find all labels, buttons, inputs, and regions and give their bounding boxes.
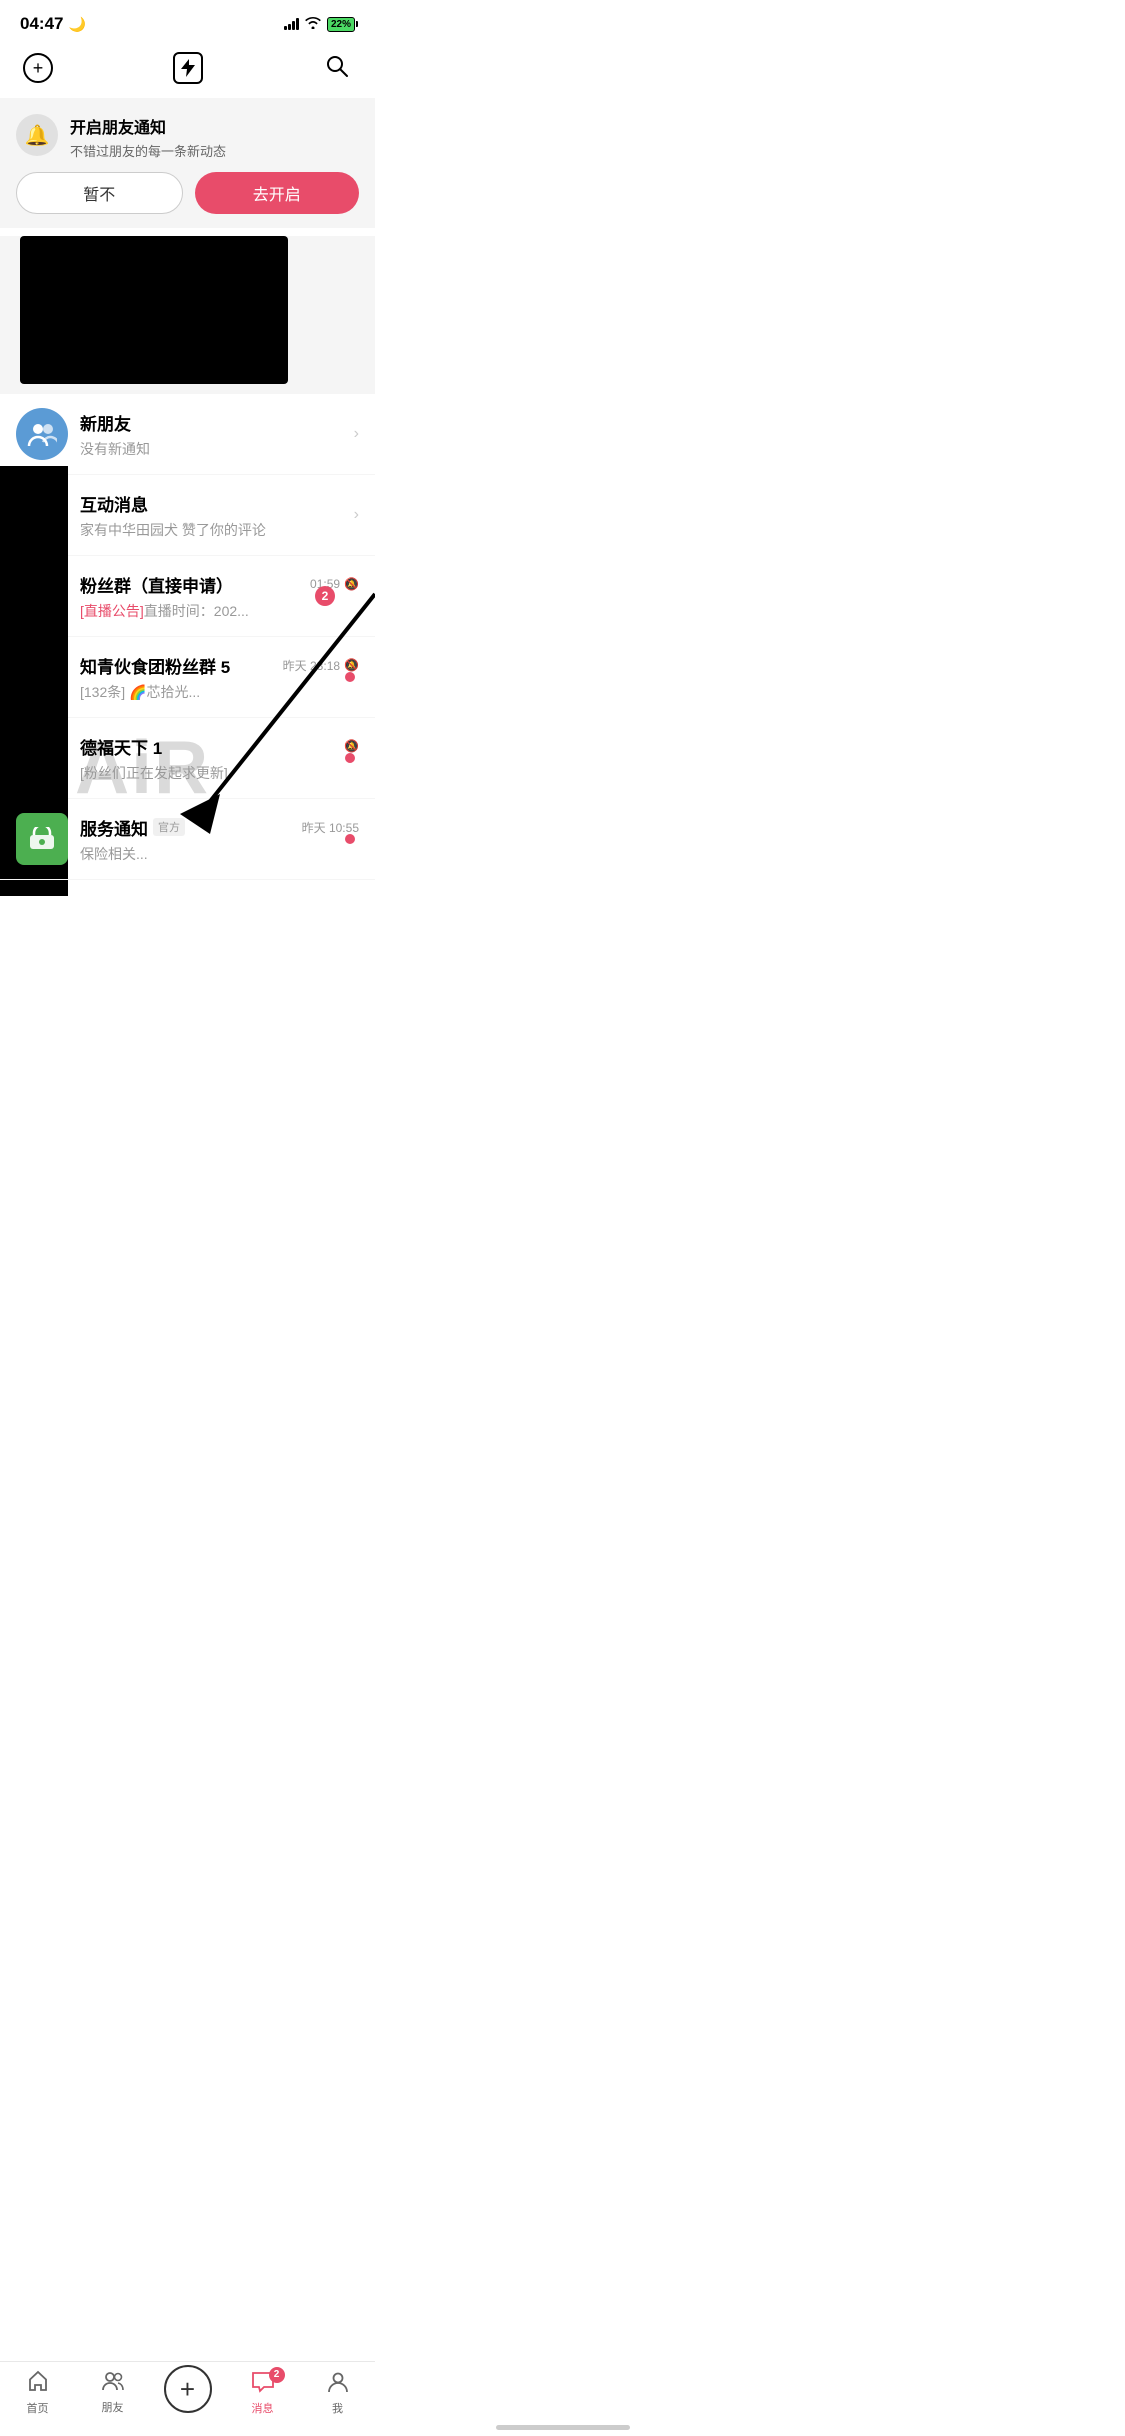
message-title-fans-apply: 粉丝群（直接申请） [80, 572, 233, 597]
message-body-fans-5: [132条] 🌈芯拾光... [80, 682, 359, 702]
mute-icon-defutianxia: 🔕 [344, 739, 359, 753]
message-time-service: 昨天 10:55 [302, 819, 359, 836]
dot-service [345, 834, 355, 844]
search-icon [325, 54, 349, 83]
add-button[interactable]: + [20, 50, 56, 86]
bell-icon: 🔔 [16, 114, 58, 156]
messages-badge: 2 [269, 2367, 285, 2383]
notification-cancel-button[interactable]: 暂不 [16, 172, 183, 214]
signal-icon [284, 18, 299, 30]
message-body-interactions: 家有中华田园犬 赞了你的评论 [80, 520, 359, 540]
nav-friends-label: 朋友 [102, 2399, 124, 2415]
notification-banner: 🔔 开启朋友通知 不错过朋友的每一条新动态 暂不 去开启 [0, 98, 375, 228]
red-tag-fans-apply: [直播公告] [80, 603, 144, 619]
message-content-defutianxia: 德福天下 1 🔕 [粉丝们正在发起求更新] [80, 734, 359, 783]
chevron-icon-interactions: › [354, 506, 359, 524]
nav-messages-label: 消息 [252, 2400, 274, 2416]
message-title-service: 服务通知 [80, 815, 148, 840]
message-content-interactions: 互动消息 家有中华田园犬 赞了你的评论 [80, 491, 359, 540]
nav-home-label: 首页 [27, 2400, 49, 2416]
message-item-new-friends[interactable]: 新朋友 没有新通知 › [0, 394, 375, 475]
plus-icon: + [164, 2365, 212, 2413]
message-time-defutianxia: 🔕 [344, 739, 359, 753]
home-icon [27, 2370, 49, 2398]
avatar-service [16, 813, 68, 865]
message-title-defutianxia: 德福天下 1 [80, 734, 162, 759]
badge-fans-apply: 2 [315, 586, 335, 606]
message-body-service: 保险相关... [80, 844, 359, 864]
avatar-new-friends [16, 408, 68, 460]
notification-title: 开启朋友通知 [70, 114, 226, 138]
dot-defutianxia [345, 753, 355, 763]
home-indicator [496, 2425, 630, 2430]
message-body-new-friends: 没有新通知 [80, 439, 359, 459]
nav-messages[interactable]: 2 消息 [225, 2371, 300, 2416]
me-icon [327, 2371, 349, 2398]
bottom-nav: 首页 朋友 + 2 消息 我 [0, 2361, 375, 2436]
message-title-fans-5: 知青伙食团粉丝群 5 [80, 653, 230, 678]
battery-icon: 22% [327, 17, 355, 32]
friends-icon [101, 2371, 125, 2397]
chevron-icon: › [354, 425, 359, 443]
status-bar: 04:47 🌙 22% [0, 0, 375, 42]
toolbar: + [0, 42, 375, 98]
mute-icon-fans-5: 🔕 [344, 658, 359, 672]
message-content-service: 服务通知 官方 昨天 10:55 保险相关... [80, 815, 359, 864]
dot-fans-5 [345, 672, 355, 682]
notification-subtitle: 不错过朋友的每一条新动态 [70, 141, 226, 160]
nav-home[interactable]: 首页 [0, 2370, 75, 2416]
video-thumbnail[interactable] [20, 236, 288, 384]
message-title-interactions: 互动消息 [80, 491, 148, 516]
message-time-fans-5: 昨天 23:18 🔕 [283, 657, 359, 674]
message-body-fans-apply: [直播公告]直播时间：202... [80, 601, 359, 621]
status-time: 04:47 [20, 14, 63, 34]
message-title-new-friends: 新朋友 [80, 410, 131, 435]
content-section [0, 236, 375, 394]
messages-icon-wrapper: 2 [251, 2371, 275, 2398]
nav-me[interactable]: 我 [300, 2371, 375, 2416]
official-badge: 官方 [153, 818, 185, 836]
moon-icon: 🌙 [68, 16, 85, 33]
wifi-icon [305, 16, 321, 32]
flash-button[interactable] [170, 50, 206, 86]
message-content-fans-5: 知青伙食团粉丝群 5 昨天 23:18 🔕 [132条] 🌈芯拾光... [80, 653, 359, 702]
search-button[interactable] [319, 50, 355, 86]
message-list: 新朋友 没有新通知 › 互动消息 家有中华田园犬 赞了你的评论 › [0, 394, 375, 880]
mute-icon-fans-apply: 🔕 [344, 577, 359, 591]
notification-confirm-button[interactable]: 去开启 [195, 172, 360, 214]
flash-icon [173, 52, 203, 84]
add-icon: + [23, 53, 53, 83]
nav-plus[interactable]: + [150, 2373, 225, 2413]
nav-friends[interactable]: 朋友 [75, 2371, 150, 2415]
message-body-defutianxia: [粉丝们正在发起求更新] [80, 763, 359, 783]
nav-me-label: 我 [332, 2400, 343, 2416]
message-item-service[interactable]: 服务通知 官方 昨天 10:55 保险相关... [0, 799, 375, 880]
message-content-new-friends: 新朋友 没有新通知 [80, 410, 359, 459]
